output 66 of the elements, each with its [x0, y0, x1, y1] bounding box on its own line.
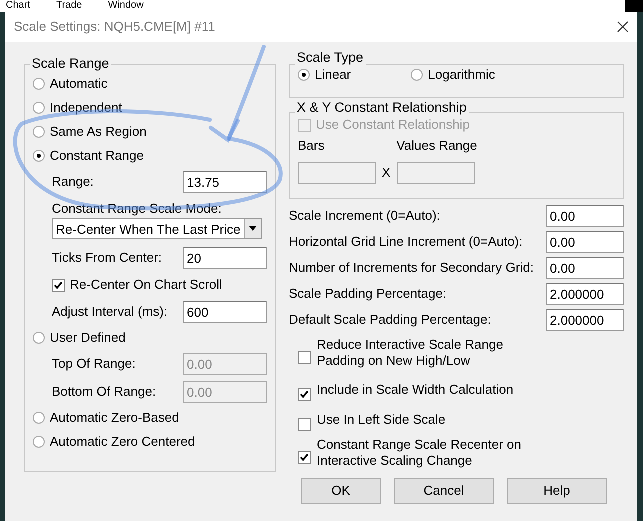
field-label: Scale Increment (0=Auto):: [289, 207, 440, 226]
caret-icon: [249, 226, 257, 231]
radio-label[interactable]: Same As Region: [50, 122, 147, 142]
radio-button[interactable]: [33, 150, 45, 162]
checkbox[interactable]: [52, 278, 65, 292]
field-label: Ticks From Center:: [52, 249, 162, 268]
menu-item[interactable]: Chart: [6, 0, 30, 12]
checkbox[interactable]: [298, 350, 311, 364]
radio-label[interactable]: Independent: [50, 98, 122, 118]
field-label: Horizontal Grid Line Increment (0=Auto):: [289, 233, 523, 252]
radio-label[interactable]: User Defined: [50, 328, 126, 348]
field-label: Adjust Interval (ms):: [52, 303, 168, 322]
checkbox-label[interactable]: Reduce Interactive Scale Range Padding on New High/Low: [317, 337, 547, 369]
checkbox-label[interactable]: Constant Range Scale Recenter on Interactive Scaling Change: [317, 437, 547, 469]
dialog-button[interactable]: OK: [301, 478, 381, 504]
radio-label[interactable]: Automatic Zero-Based: [50, 408, 180, 428]
close-icon[interactable]: [617, 21, 629, 33]
checkbox[interactable]: [298, 418, 311, 430]
field-label: Scale Padding Percentage:: [289, 285, 447, 304]
radio-button[interactable]: [33, 78, 45, 90]
input-field[interactable]: 0.00: [546, 205, 624, 227]
radio-label[interactable]: Linear: [315, 65, 352, 85]
radio-label[interactable]: Automatic Zero Centered: [50, 432, 196, 452]
input-field[interactable]: 2.000000: [546, 283, 624, 305]
field-label: Bars: [298, 137, 326, 155]
checkbox-label[interactable]: Use In Left Side Scale: [317, 412, 547, 428]
input-field[interactable]: 13.75: [183, 171, 267, 193]
radio-label[interactable]: Logarithmic: [428, 65, 496, 85]
field-label: Range:: [52, 173, 94, 192]
group-title: Scale Range: [30, 56, 112, 72]
field-label: Bottom Of Range:: [52, 383, 156, 402]
input-field[interactable]: 0.00: [546, 257, 624, 279]
window-title: Scale Settings: NQH5.CME[M] #11: [14, 18, 216, 36]
multiply-sign: X: [382, 164, 391, 182]
radio-button[interactable]: [298, 69, 310, 81]
group-title: Scale Type: [295, 50, 366, 66]
dialog-button[interactable]: Cancel: [394, 478, 494, 504]
input-field[interactable]: 20: [183, 247, 267, 269]
radio-button[interactable]: [33, 436, 45, 448]
checkbox-label: Use Constant Relationship: [316, 116, 470, 134]
radio-label[interactable]: Constant Range: [50, 146, 144, 166]
menu-item[interactable]: Trade: [56, 0, 82, 12]
input-field: 0.00: [183, 353, 267, 375]
input-field[interactable]: 2.000000: [546, 309, 624, 331]
input-field[interactable]: 0.00: [546, 231, 624, 253]
input-field: 0.00: [183, 381, 267, 403]
radio-button[interactable]: [33, 126, 45, 138]
dialog-button[interactable]: Help: [507, 478, 607, 504]
checkbox[interactable]: [298, 388, 311, 400]
radio-button[interactable]: [411, 69, 424, 81]
field-label: Values Range: [396, 137, 478, 155]
radio-button[interactable]: [33, 332, 45, 344]
field-label: Constant Range Scale Mode:: [51, 200, 223, 218]
field-label: Default Scale Padding Percentage:: [289, 311, 492, 330]
radio-button[interactable]: [33, 412, 45, 424]
field-label: Top Of Range:: [52, 355, 136, 374]
dropdown[interactable]: Re-Center When The Last Price: [52, 218, 262, 239]
radio-label[interactable]: Automatic: [50, 74, 108, 94]
input-field[interactable]: 600: [183, 301, 267, 323]
checkbox-label[interactable]: Include in Scale Width Calculation: [317, 382, 547, 398]
menu-item[interactable]: Window: [108, 0, 144, 12]
checkbox[interactable]: [298, 450, 311, 464]
field-label: Number of Increments for Secondary Grid:: [289, 259, 534, 278]
group-title: X & Y Constant Relationship: [295, 100, 469, 116]
checkbox-label[interactable]: Re-Center On Chart Scroll: [70, 275, 222, 295]
radio-button[interactable]: [33, 102, 45, 114]
